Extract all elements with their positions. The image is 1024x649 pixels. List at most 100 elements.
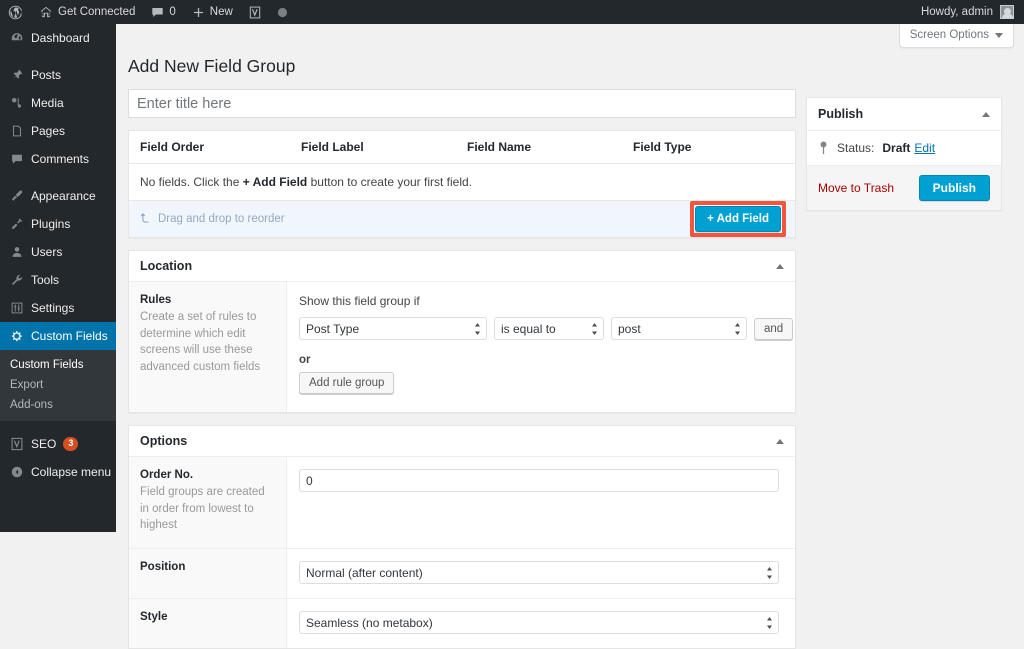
page-icon bbox=[9, 124, 24, 138]
post-status-row: Status: Draft Edit bbox=[807, 131, 1001, 166]
add-rule-and-button[interactable]: and bbox=[754, 317, 794, 340]
option-row-order-no: Order No. Field groups are created in or… bbox=[129, 457, 795, 550]
order-no-label-cell: Order No. Field groups are created in or… bbox=[129, 457, 287, 549]
status-label: Status: bbox=[837, 141, 875, 155]
sidebar-label: Media bbox=[31, 96, 64, 110]
comments-menu[interactable]: 0 bbox=[143, 0, 183, 24]
my-account-menu[interactable]: Howdy, admin bbox=[921, 5, 1024, 19]
sidebar-item-custom-fields[interactable]: Custom Fields bbox=[0, 322, 124, 350]
dashboard-icon bbox=[9, 31, 24, 45]
sidebar-label: Pages bbox=[31, 124, 66, 138]
order-no-input-cell bbox=[287, 457, 795, 548]
location-postbox: Location Rules Create a set of rules to … bbox=[128, 250, 796, 413]
order-no-input[interactable] bbox=[299, 469, 779, 492]
screen-options-button[interactable]: Screen Options bbox=[898, 24, 1014, 48]
options-postbox: Options Order No. Field groups are creat… bbox=[128, 425, 796, 649]
publish-button[interactable]: Publish bbox=[918, 175, 990, 201]
site-name-label: Get Connected bbox=[58, 6, 136, 18]
publish-header[interactable]: Publish bbox=[807, 98, 1001, 131]
submenu-item-addons[interactable]: Add-ons bbox=[0, 395, 116, 415]
move-to-trash-link[interactable]: Move to Trash bbox=[818, 181, 894, 195]
option-row-position: Position Normal (after content) bbox=[129, 549, 795, 600]
col-field-type: Field Type bbox=[633, 131, 795, 164]
style-label: Style bbox=[140, 611, 168, 624]
title-field-wrapper bbox=[128, 89, 796, 118]
or-separator-label: or bbox=[299, 354, 311, 366]
sidebar-label: SEO bbox=[31, 437, 57, 451]
media-icon bbox=[9, 96, 24, 110]
sidebar-label: Appearance bbox=[31, 189, 96, 203]
position-label-cell: Position bbox=[129, 549, 287, 599]
chevron-up-icon[interactable] bbox=[776, 263, 784, 269]
sidebar-item-pages[interactable]: Pages bbox=[0, 117, 116, 145]
publish-title: Publish bbox=[818, 107, 864, 121]
title-input[interactable] bbox=[128, 89, 796, 118]
collapse-menu-button[interactable]: Collapse menu bbox=[0, 458, 116, 486]
sidebar-item-appearance[interactable]: Appearance bbox=[0, 182, 116, 210]
wordpress-logo-icon bbox=[8, 5, 23, 20]
style-label-cell: Style bbox=[129, 599, 287, 649]
chevron-up-icon[interactable] bbox=[776, 438, 784, 444]
howdy-label: Howdy, admin bbox=[920, 6, 993, 18]
style-input-cell: Seamless (no metabox) bbox=[287, 599, 795, 648]
rule-param-select[interactable]: Post Type bbox=[299, 317, 487, 340]
plug-icon bbox=[9, 217, 24, 231]
collapse-menu-label: Collapse menu bbox=[31, 465, 112, 479]
sidebar-item-plugins[interactable]: Plugins bbox=[0, 210, 116, 238]
screen-options-label: Screen Options bbox=[909, 29, 989, 41]
add-rule-group-button[interactable]: Add rule group bbox=[299, 372, 395, 394]
updates-menu[interactable] bbox=[269, 0, 296, 24]
position-label: Position bbox=[140, 561, 186, 574]
location-title: Location bbox=[140, 259, 193, 273]
position-input-cell: Normal (after content) bbox=[287, 549, 795, 598]
yoast-seo-menu[interactable] bbox=[241, 0, 269, 24]
fields-table: Field Order Field Label Field Name Field… bbox=[129, 131, 795, 164]
rules-label-cell: Rules Create a set of rules to determine… bbox=[129, 282, 287, 412]
edit-status-link[interactable]: Edit bbox=[914, 141, 935, 155]
collapse-arrow-icon bbox=[9, 465, 24, 479]
drag-hint-label: Drag and drop to reorder bbox=[158, 213, 285, 225]
submenu-item-custom-fields[interactable]: Custom Fields bbox=[0, 355, 116, 375]
sidebar-item-tools[interactable]: Tools bbox=[0, 266, 116, 294]
sidebar-item-settings[interactable]: Settings bbox=[0, 294, 116, 322]
rule-value-wrapper: post bbox=[611, 317, 747, 340]
sidebar-item-media[interactable]: Media bbox=[0, 89, 116, 117]
page-title: Add New Field Group bbox=[128, 56, 296, 76]
options-header[interactable]: Options bbox=[129, 426, 795, 457]
screen-meta: Screen Options bbox=[116, 24, 1024, 50]
sidebar-item-dashboard[interactable]: Dashboard bbox=[0, 24, 116, 52]
location-header[interactable]: Location bbox=[129, 251, 795, 282]
location-rules-row: Rules Create a set of rules to determine… bbox=[129, 282, 795, 412]
submenu-item-export[interactable]: Export bbox=[0, 375, 116, 395]
sidebar-label: Comments bbox=[31, 152, 90, 166]
sidebar-item-users[interactable]: Users bbox=[0, 238, 116, 266]
fields-table-header-row: Field Order Field Label Field Name Field… bbox=[129, 131, 795, 164]
fields-postbox: Field Order Field Label Field Name Field… bbox=[128, 130, 796, 238]
sidebar-item-posts[interactable]: Posts bbox=[0, 61, 116, 89]
status-value: Draft bbox=[882, 141, 911, 155]
sidebar-label: Custom Fields bbox=[31, 329, 108, 343]
col-field-name: Field Name bbox=[467, 131, 633, 164]
comments-count: 0 bbox=[169, 6, 176, 18]
sidebar-label: Settings bbox=[31, 301, 75, 315]
rule-operator-select[interactable]: is equal to bbox=[494, 317, 604, 340]
comment-bubble-icon bbox=[9, 152, 24, 166]
option-row-style: Style Seamless (no metabox) bbox=[129, 599, 795, 649]
add-field-button[interactable]: + Add Field bbox=[695, 205, 781, 233]
col-field-order: Field Order bbox=[129, 131, 301, 164]
site-name-menu[interactable]: Get Connected bbox=[31, 0, 143, 24]
chevron-up-icon[interactable] bbox=[982, 111, 990, 117]
sidebar-item-seo[interactable]: SEO 3 bbox=[0, 430, 116, 458]
no-fields-message: No fields. Click the + Add Field button … bbox=[129, 164, 795, 201]
position-select[interactable]: Normal (after content) bbox=[299, 561, 779, 585]
options-title: Options bbox=[140, 434, 188, 448]
wp-logo-menu[interactable] bbox=[0, 0, 31, 24]
new-content-menu[interactable]: New bbox=[184, 0, 241, 24]
style-select[interactable]: Seamless (no metabox) bbox=[299, 611, 779, 635]
order-no-label: Order No. bbox=[140, 469, 194, 481]
admin-bar: Get Connected 0 New Howdy, admin bbox=[0, 0, 1024, 24]
drag-and-drop-hint: Drag and drop to reorder bbox=[138, 212, 285, 226]
sidebar-item-comments[interactable]: Comments bbox=[0, 145, 116, 173]
location-rule-row: Post Type is equal to post and bbox=[299, 317, 794, 340]
rule-value-select[interactable]: post bbox=[611, 317, 747, 340]
